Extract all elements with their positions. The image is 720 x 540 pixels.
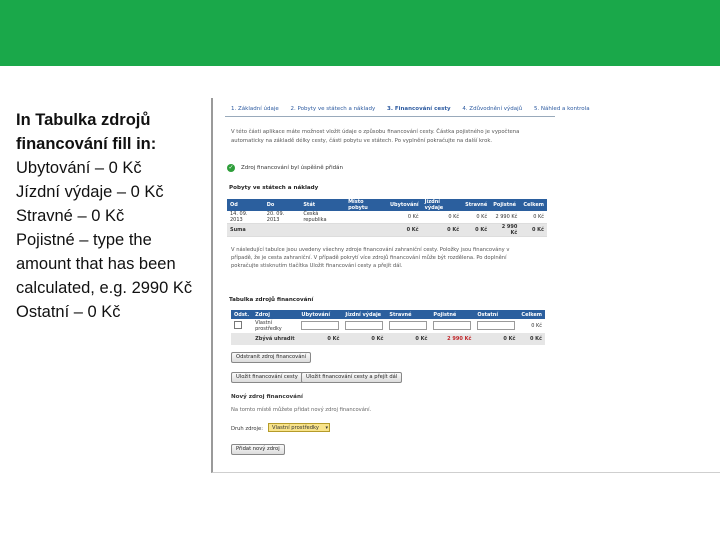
funding-header: Stravné (386, 310, 431, 319)
instructions-title: In Tabulka zdrojů financování fill in: (16, 111, 157, 153)
cell (263, 223, 301, 237)
pojistne-input[interactable] (433, 320, 472, 330)
table-row: Vlastní prostředky 0 Kč (231, 319, 545, 333)
remove-source-button[interactable]: Odstranit zdroj financování (231, 352, 312, 363)
source-type-label: Druh zdroje: (231, 426, 263, 432)
cell (342, 319, 386, 333)
stays-header: Pojistné (490, 199, 521, 211)
slide-header-bar (0, 0, 720, 66)
table-row: 14. 09. 2013 20. 09. 2013 Česká republik… (227, 211, 547, 224)
funding-header: Ubytování (298, 310, 343, 319)
source-label: Vlastní prostředky (255, 320, 282, 332)
cell (231, 319, 252, 333)
stravne-input[interactable] (389, 320, 428, 330)
cell: 0 Kč (520, 211, 547, 224)
stays-header: Celkem (520, 199, 547, 211)
jizdni-vydaje-input[interactable] (345, 320, 384, 330)
cell: 0 Kč (386, 333, 431, 345)
cell (345, 211, 387, 224)
source-type-select[interactable]: Vlastní prostředky ▾ (268, 423, 330, 432)
instructions-text: In Tabulka zdrojů financování fill in: U… (16, 108, 206, 324)
cell: 2 990 Kč (490, 211, 521, 224)
cell (231, 333, 253, 345)
funding-header: Zdroj (252, 310, 299, 319)
stays-header: Stát (300, 199, 346, 211)
intro-text: V této části aplikace máte možnost vloži… (231, 129, 520, 144)
sum-row: Zbývá uhradit 0 Kč 0 Kč 0 Kč 2 990 Kč 0 … (231, 333, 545, 345)
cell: Česká republika (300, 211, 346, 224)
cell: 0 Kč (474, 333, 519, 345)
cell: 0 Kč (518, 333, 545, 345)
cell (474, 319, 518, 333)
stays-header: Ubytování (386, 199, 422, 211)
new-source-title: Nový zdroj financování (231, 394, 303, 400)
cell: 0 Kč (421, 223, 463, 237)
instruction-line-jizdni: Jízdní výdaje – 0 Kč (16, 183, 164, 201)
step-4[interactable]: 4. Zdůvodnění výdajů (462, 106, 522, 112)
save-and-next-button[interactable]: Uložit financování cesty a přejít dál (301, 372, 403, 383)
cell: 0 Kč (386, 223, 422, 237)
cell: 0 Kč (298, 333, 343, 345)
stays-header: Místo pobytu (345, 199, 387, 211)
cell: 0 Kč (342, 333, 387, 345)
new-source-note: Na tomto místě můžete přidat nový zdroj … (231, 407, 372, 413)
cell: 0 Kč (386, 211, 422, 224)
stays-header: Stravné (462, 199, 491, 211)
ubytovani-input[interactable] (301, 320, 340, 330)
funding-title: Tabulka zdrojů financování (229, 297, 314, 303)
success-message: ✓ Zdroj financování byl úspěšně přidán (227, 164, 343, 172)
stays-title: Pobyty ve státech a náklady (229, 185, 319, 191)
cell: Suma (227, 223, 264, 237)
cell: 0 Kč (462, 223, 491, 237)
remove-checkbox[interactable] (234, 321, 242, 329)
funding-table: Odst. Zdroj Ubytování Jízdní výdaje Stra… (231, 310, 545, 345)
check-icon: ✓ (227, 164, 235, 172)
instruction-line-ubytovani: Ubytování – 0 Kč (16, 159, 142, 177)
stays-table: Od Do Stát Místo pobytu Ubytování Jízdní… (227, 199, 547, 237)
step-3[interactable]: 3. Financování cesty (387, 106, 451, 112)
source-type-value: Vlastní prostředky (272, 425, 319, 431)
funding-header: Odst. (231, 310, 253, 319)
step-1[interactable]: 1. Základní údaje (231, 106, 279, 112)
app-screenshot: 1. Základní údaje 2. Pobyty ve státech a… (211, 98, 720, 473)
funding-note: V následující tabulce jsou uvedeny všech… (231, 247, 510, 269)
funding-header: Celkem (518, 310, 545, 319)
cell (386, 319, 430, 333)
cell: Zbývá uhradit (252, 333, 299, 345)
funding-header-row: Odst. Zdroj Ubytování Jízdní výdaje Stra… (231, 310, 545, 319)
cell: 2 990 Kč (490, 223, 521, 237)
instruction-line-stravne: Stravné – 0 Kč (16, 207, 125, 225)
chevron-down-icon: ▾ (325, 425, 328, 431)
ostatni-input[interactable] (477, 320, 516, 330)
stays-header: Jízdní výdaje (421, 199, 463, 211)
cell: 2 990 Kč (430, 333, 475, 345)
cell: 0 Kč (462, 211, 491, 224)
stays-header-row: Od Do Stát Místo pobytu Ubytování Jízdní… (227, 199, 547, 211)
step-navigation: 1. Základní údaje 2. Pobyty ve státech a… (231, 106, 600, 112)
funding-header: Jízdní výdaje (342, 310, 387, 319)
cell (300, 223, 346, 237)
step-divider (225, 116, 555, 117)
row-total: 0 Kč (531, 323, 542, 329)
add-source-button[interactable]: Přidat nový zdroj (231, 444, 285, 455)
instruction-line-ostatni: Ostatní – 0 Kč (16, 303, 121, 321)
save-button[interactable]: Uložit financování cesty (231, 372, 303, 383)
cell: 0 Kč (421, 211, 463, 224)
instruction-line-pojistne: Pojistné – type the amount that has been… (16, 231, 193, 297)
funding-header: Ostatní (474, 310, 519, 319)
success-text: Zdroj financování byl úspěšně přidán (241, 165, 343, 171)
step-2[interactable]: 2. Pobyty ve státech a náklady (290, 106, 375, 112)
cell (345, 223, 387, 237)
cell: 0 Kč (520, 223, 547, 237)
cell: 14. 09. 2013 (227, 211, 264, 224)
step-5[interactable]: 5. Náhled a kontrola (534, 106, 590, 112)
funding-header: Pojistné (430, 310, 475, 319)
cell (298, 319, 342, 333)
stays-header: Do (263, 199, 301, 211)
sum-row: Suma 0 Kč 0 Kč 0 Kč 2 990 Kč 0 Kč (227, 223, 547, 237)
cell: 20. 09. 2013 (263, 211, 301, 224)
cell (430, 319, 474, 333)
stays-header: Od (227, 199, 264, 211)
